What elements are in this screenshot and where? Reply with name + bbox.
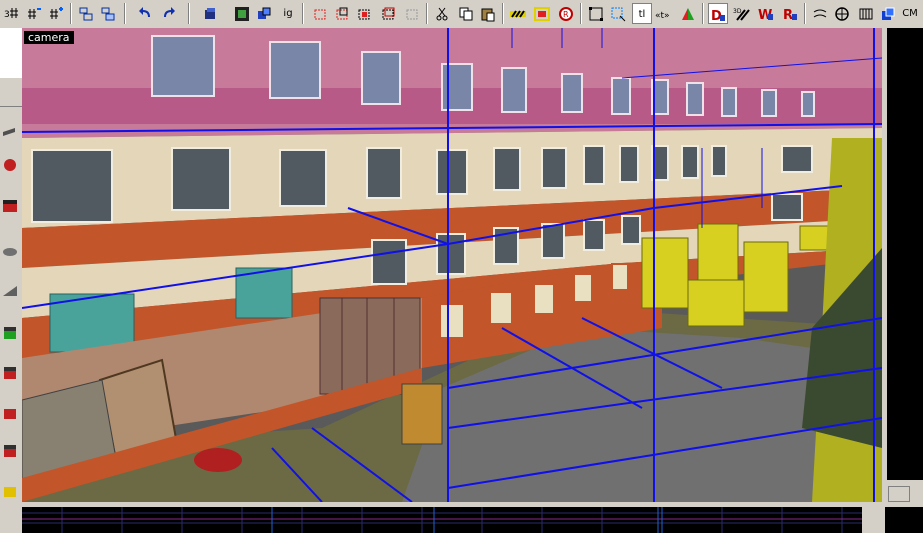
svg-text:R: R [783, 8, 793, 22]
create-wedge-icon[interactable] [1, 282, 19, 300]
carve-icon[interactable] [200, 3, 220, 24]
hide-icon[interactable] [310, 3, 330, 24]
texture-lock-label[interactable]: tl [632, 3, 652, 24]
create-red2-icon[interactable] [1, 404, 19, 422]
svg-text:R: R [563, 10, 569, 19]
brush-icon[interactable] [856, 3, 876, 24]
right-panel [882, 28, 923, 502]
right-view[interactable] [887, 28, 923, 480]
texture-browser-icon[interactable] [232, 3, 252, 24]
grid-3d-icon[interactable]: 3 [2, 3, 22, 24]
grid-decrease-icon[interactable] [24, 3, 44, 24]
grid-increase-icon[interactable] [46, 3, 66, 24]
entity-icon[interactable] [878, 3, 898, 24]
ungroup-icon[interactable] [98, 3, 118, 24]
cut-icon[interactable] [432, 3, 452, 24]
show-icon[interactable] [354, 3, 374, 24]
camera-viewport[interactable]: camera [22, 28, 882, 502]
create-ball-icon[interactable] [1, 156, 19, 174]
svg-text:«t»: «t» [655, 11, 670, 21]
create-red3-icon[interactable] [1, 442, 19, 460]
scene-render [22, 28, 882, 502]
display-d-icon[interactable]: D [708, 3, 728, 24]
3d-wireframe-icon[interactable]: 3D [732, 3, 752, 24]
wireframe-w-icon[interactable]: W [756, 3, 776, 24]
create-yellow-icon[interactable] [1, 482, 19, 500]
main-toolbar: 3 ig R tl «t» D 3D W R CM [0, 0, 923, 29]
record-icon[interactable]: R [556, 3, 576, 24]
show-hidden-icon[interactable] [402, 3, 422, 24]
svg-text:3D: 3D [733, 8, 742, 15]
group-icon[interactable] [76, 3, 96, 24]
side-panel-tab[interactable] [0, 28, 23, 78]
redo-icon[interactable] [158, 3, 178, 24]
paste-icon[interactable] [478, 3, 498, 24]
arrow-texture-icon[interactable]: «t» [654, 3, 674, 24]
create-red-icon[interactable] [1, 364, 19, 382]
hide-unselected-icon[interactable] [332, 3, 352, 24]
ortho-viewport-right[interactable] [885, 507, 923, 533]
create-box-icon[interactable] [1, 196, 19, 214]
create-cylinder-icon[interactable] [1, 242, 19, 260]
red-r-icon[interactable]: R [780, 3, 800, 24]
viewport-label: camera [24, 31, 74, 44]
draw-path-icon[interactable] [810, 3, 830, 24]
right-panel-button[interactable] [888, 486, 910, 502]
show-all-icon[interactable] [378, 3, 398, 24]
select-box-icon[interactable] [586, 3, 606, 24]
hazard-texture-icon[interactable] [508, 3, 528, 24]
color-split-icon[interactable] [678, 3, 698, 24]
create-green-icon[interactable] [1, 324, 19, 342]
undo-icon[interactable] [136, 3, 156, 24]
create-brush-icon[interactable] [1, 122, 19, 140]
ortho-grid [22, 507, 862, 533]
camera-mode-label[interactable]: CM [900, 3, 920, 24]
ortho-viewport[interactable] [22, 507, 862, 533]
copy-icon[interactable] [456, 3, 476, 24]
svg-text:3: 3 [4, 10, 10, 20]
select-point-icon[interactable] [608, 3, 628, 24]
hazard-select-icon[interactable] [532, 3, 552, 24]
left-toolbar [0, 28, 23, 533]
ignore-group-label[interactable]: ig [278, 3, 298, 24]
texture-apply-icon[interactable] [254, 3, 274, 24]
sphere-icon[interactable] [832, 3, 852, 24]
